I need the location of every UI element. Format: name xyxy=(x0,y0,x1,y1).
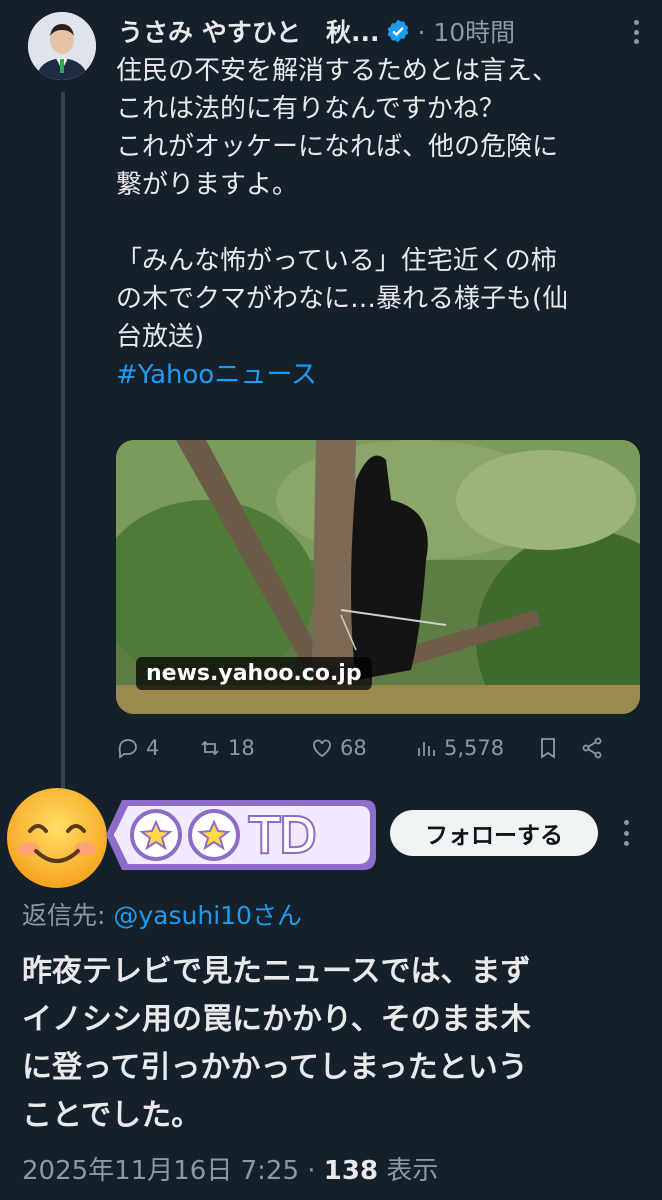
heart-icon xyxy=(313,739,331,758)
like-action[interactable]: 68 xyxy=(310,736,414,760)
like-count: 68 xyxy=(340,736,367,760)
reply-icon xyxy=(118,739,137,759)
reply-text-line: ことでした。 xyxy=(22,1098,202,1133)
reply-more-options-icon[interactable] xyxy=(624,820,632,846)
quote-text-line: 「みんな怖がっている」住宅近くの柿 xyxy=(116,246,557,276)
tweet-time[interactable]: · 10時間 xyxy=(417,13,515,49)
retweet-icon xyxy=(201,740,219,756)
bookmark-icon xyxy=(541,738,555,759)
views-count: 5,578 xyxy=(444,736,505,760)
reply-text-line: に登って引っかかってしまったという xyxy=(22,1050,528,1085)
tweet-action-bar: 4 18 68 5,578 xyxy=(116,730,636,766)
share-action[interactable] xyxy=(580,736,604,760)
tweet-body: 住民の不安を解消するためとは言え、 これは法的に有りなんですかね？ これがオッケ… xyxy=(116,52,642,394)
analytics-icon xyxy=(418,742,435,756)
reply-datetime[interactable]: 2025年11月16日 7:25 · xyxy=(22,1156,324,1186)
reply-text-line: 昨夜テレビで見たニュースでは、まず xyxy=(22,954,531,989)
smiling-face-emoji-icon[interactable] xyxy=(4,785,110,891)
name-tag-text: TD xyxy=(249,808,316,864)
retweet-count: 18 xyxy=(228,736,255,760)
tweet-text-line: 住民の不安を解消するためとは言え、 xyxy=(116,56,559,86)
reply-to-handle-link[interactable]: @yasuhi10さん xyxy=(113,901,302,930)
quote-text-line: 台放送) xyxy=(116,322,205,352)
share-icon xyxy=(582,737,602,759)
bookmark-action[interactable] xyxy=(536,736,580,760)
reply-to-prefix: 返信先: xyxy=(22,901,114,930)
tweet-text-line: これがオッケーになれば、他の危険に xyxy=(116,132,559,162)
tweet-header: うさみ やすひと 秋... · 10時間 xyxy=(118,12,642,50)
author-name[interactable]: うさみ やすひと 秋... xyxy=(118,13,379,49)
verified-badge-icon xyxy=(385,18,411,44)
reply-body: 昨夜テレビで見たニュースでは、まず イノシシ用の罠にかかり、そのまま木 に登って… xyxy=(22,948,642,1140)
link-preview-card[interactable]: news.yahoo.co.jp xyxy=(116,440,640,714)
quote-text-line: の木でクマがわなに…暴れる様子も(仙 xyxy=(116,284,569,314)
card-domain-label: news.yahoo.co.jp xyxy=(136,657,372,690)
reply-action[interactable]: 4 xyxy=(116,736,198,760)
thread-connector-line xyxy=(61,92,65,792)
views-action[interactable]: 5,578 xyxy=(414,736,536,760)
reply-text-line: イノシシ用の罠にかかり、そのまま木 xyxy=(22,1002,531,1037)
more-options-icon[interactable] xyxy=(634,20,642,44)
author-avatar[interactable] xyxy=(28,12,96,80)
replying-to: 返信先: @yasuhi10さん xyxy=(22,896,302,932)
reply-views-label: 表示 xyxy=(378,1156,439,1186)
follow-button[interactable]: フォローする xyxy=(390,810,598,856)
tweet-text-line: 繋がりますよ。 xyxy=(116,170,299,200)
reply-timestamp-views: 2025年11月16日 7:25 · 138 表示 xyxy=(22,1150,438,1187)
tweet-text-line: これは法的に有りなんですかね？ xyxy=(116,94,505,124)
profile-name-tag[interactable]: TD xyxy=(104,790,382,880)
retweet-action[interactable]: 18 xyxy=(198,736,310,760)
reply-views-count: 138 xyxy=(323,1156,379,1186)
reply-count: 4 xyxy=(146,736,160,760)
hashtag-link[interactable]: #Yahooニュース xyxy=(116,356,642,394)
